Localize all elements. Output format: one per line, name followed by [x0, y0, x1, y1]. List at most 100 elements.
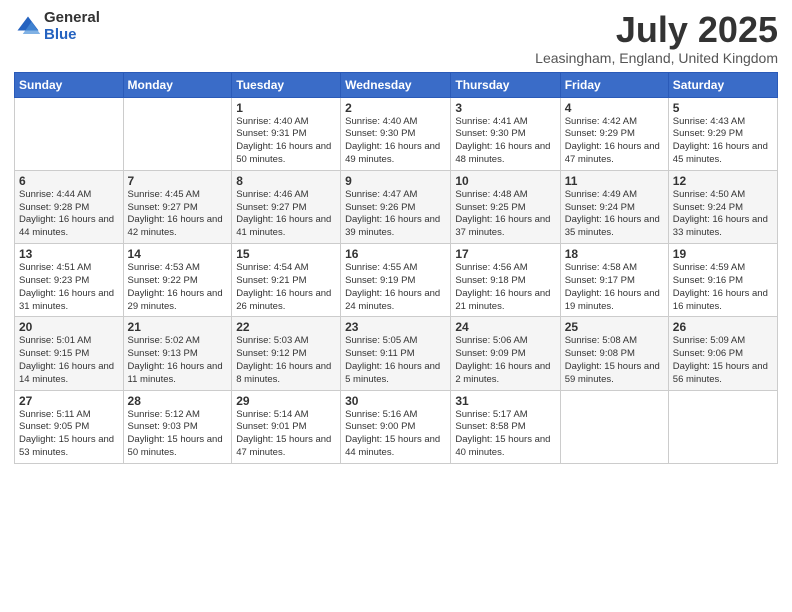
calendar-cell: 14Sunrise: 4:53 AMSunset: 9:22 PMDayligh…	[123, 244, 232, 317]
day-info: Sunrise: 5:01 AMSunset: 9:15 PMDaylight:…	[19, 335, 119, 386]
calendar-cell: 17Sunrise: 4:56 AMSunset: 9:18 PMDayligh…	[451, 244, 560, 317]
day-number: 13	[19, 247, 119, 261]
calendar-weekday-sunday: Sunday	[15, 72, 124, 97]
calendar-cell: 21Sunrise: 5:02 AMSunset: 9:13 PMDayligh…	[123, 317, 232, 390]
calendar-cell: 3Sunrise: 4:41 AMSunset: 9:30 PMDaylight…	[451, 97, 560, 170]
calendar-cell: 10Sunrise: 4:48 AMSunset: 9:25 PMDayligh…	[451, 170, 560, 243]
day-number: 31	[455, 394, 555, 408]
day-info: Sunrise: 4:40 AMSunset: 9:31 PMDaylight:…	[236, 116, 336, 167]
calendar-cell: 22Sunrise: 5:03 AMSunset: 9:12 PMDayligh…	[232, 317, 341, 390]
day-info: Sunrise: 5:11 AMSunset: 9:05 PMDaylight:…	[19, 409, 119, 460]
calendar-cell: 1Sunrise: 4:40 AMSunset: 9:31 PMDaylight…	[232, 97, 341, 170]
calendar-cell: 28Sunrise: 5:12 AMSunset: 9:03 PMDayligh…	[123, 390, 232, 463]
calendar-cell: 30Sunrise: 5:16 AMSunset: 9:00 PMDayligh…	[341, 390, 451, 463]
day-number: 5	[673, 101, 773, 115]
calendar-weekday-thursday: Thursday	[451, 72, 560, 97]
logo: General Blue	[14, 10, 100, 43]
day-info: Sunrise: 4:43 AMSunset: 9:29 PMDaylight:…	[673, 116, 773, 167]
calendar-header-row: SundayMondayTuesdayWednesdayThursdayFrid…	[15, 72, 778, 97]
header: General Blue July 2025 Leasingham, Engla…	[14, 10, 778, 66]
day-number: 14	[128, 247, 228, 261]
calendar-cell: 23Sunrise: 5:05 AMSunset: 9:11 PMDayligh…	[341, 317, 451, 390]
day-number: 26	[673, 320, 773, 334]
calendar-cell: 27Sunrise: 5:11 AMSunset: 9:05 PMDayligh…	[15, 390, 124, 463]
day-number: 10	[455, 174, 555, 188]
day-number: 20	[19, 320, 119, 334]
calendar-cell: 18Sunrise: 4:58 AMSunset: 9:17 PMDayligh…	[560, 244, 668, 317]
day-number: 23	[345, 320, 446, 334]
day-number: 15	[236, 247, 336, 261]
calendar-cell: 4Sunrise: 4:42 AMSunset: 9:29 PMDaylight…	[560, 97, 668, 170]
logo-blue: Blue	[44, 27, 100, 44]
calendar-cell: 26Sunrise: 5:09 AMSunset: 9:06 PMDayligh…	[668, 317, 777, 390]
day-number: 24	[455, 320, 555, 334]
day-info: Sunrise: 4:56 AMSunset: 9:18 PMDaylight:…	[455, 262, 555, 313]
day-info: Sunrise: 5:17 AMSunset: 8:58 PMDaylight:…	[455, 409, 555, 460]
calendar-cell: 25Sunrise: 5:08 AMSunset: 9:08 PMDayligh…	[560, 317, 668, 390]
calendar-table: SundayMondayTuesdayWednesdayThursdayFrid…	[14, 72, 778, 464]
day-info: Sunrise: 4:45 AMSunset: 9:27 PMDaylight:…	[128, 189, 228, 240]
day-number: 18	[565, 247, 664, 261]
calendar-cell: 2Sunrise: 4:40 AMSunset: 9:30 PMDaylight…	[341, 97, 451, 170]
calendar-cell	[123, 97, 232, 170]
day-number: 16	[345, 247, 446, 261]
calendar-cell: 6Sunrise: 4:44 AMSunset: 9:28 PMDaylight…	[15, 170, 124, 243]
calendar-cell: 24Sunrise: 5:06 AMSunset: 9:09 PMDayligh…	[451, 317, 560, 390]
calendar-weekday-saturday: Saturday	[668, 72, 777, 97]
calendar-weekday-friday: Friday	[560, 72, 668, 97]
calendar-cell	[15, 97, 124, 170]
day-info: Sunrise: 4:49 AMSunset: 9:24 PMDaylight:…	[565, 189, 664, 240]
day-number: 4	[565, 101, 664, 115]
calendar-cell	[560, 390, 668, 463]
day-number: 3	[455, 101, 555, 115]
day-info: Sunrise: 5:08 AMSunset: 9:08 PMDaylight:…	[565, 335, 664, 386]
day-info: Sunrise: 5:09 AMSunset: 9:06 PMDaylight:…	[673, 335, 773, 386]
day-info: Sunrise: 4:50 AMSunset: 9:24 PMDaylight:…	[673, 189, 773, 240]
day-info: Sunrise: 4:55 AMSunset: 9:19 PMDaylight:…	[345, 262, 446, 313]
day-number: 27	[19, 394, 119, 408]
calendar-week-2: 6Sunrise: 4:44 AMSunset: 9:28 PMDaylight…	[15, 170, 778, 243]
calendar-cell: 7Sunrise: 4:45 AMSunset: 9:27 PMDaylight…	[123, 170, 232, 243]
day-number: 28	[128, 394, 228, 408]
day-number: 19	[673, 247, 773, 261]
calendar-cell: 16Sunrise: 4:55 AMSunset: 9:19 PMDayligh…	[341, 244, 451, 317]
day-number: 9	[345, 174, 446, 188]
calendar-cell: 29Sunrise: 5:14 AMSunset: 9:01 PMDayligh…	[232, 390, 341, 463]
day-info: Sunrise: 4:47 AMSunset: 9:26 PMDaylight:…	[345, 189, 446, 240]
day-info: Sunrise: 5:03 AMSunset: 9:12 PMDaylight:…	[236, 335, 336, 386]
calendar-cell: 20Sunrise: 5:01 AMSunset: 9:15 PMDayligh…	[15, 317, 124, 390]
calendar-cell	[668, 390, 777, 463]
day-info: Sunrise: 4:46 AMSunset: 9:27 PMDaylight:…	[236, 189, 336, 240]
day-info: Sunrise: 4:53 AMSunset: 9:22 PMDaylight:…	[128, 262, 228, 313]
day-number: 22	[236, 320, 336, 334]
calendar-week-3: 13Sunrise: 4:51 AMSunset: 9:23 PMDayligh…	[15, 244, 778, 317]
subtitle: Leasingham, England, United Kingdom	[535, 50, 778, 66]
logo-text: General Blue	[44, 10, 100, 43]
day-number: 6	[19, 174, 119, 188]
day-number: 1	[236, 101, 336, 115]
calendar-cell: 15Sunrise: 4:54 AMSunset: 9:21 PMDayligh…	[232, 244, 341, 317]
day-info: Sunrise: 5:06 AMSunset: 9:09 PMDaylight:…	[455, 335, 555, 386]
day-number: 21	[128, 320, 228, 334]
day-number: 11	[565, 174, 664, 188]
logo-general: General	[44, 10, 100, 27]
day-info: Sunrise: 5:02 AMSunset: 9:13 PMDaylight:…	[128, 335, 228, 386]
calendar-week-5: 27Sunrise: 5:11 AMSunset: 9:05 PMDayligh…	[15, 390, 778, 463]
day-info: Sunrise: 5:14 AMSunset: 9:01 PMDaylight:…	[236, 409, 336, 460]
day-number: 30	[345, 394, 446, 408]
day-number: 2	[345, 101, 446, 115]
calendar-week-1: 1Sunrise: 4:40 AMSunset: 9:31 PMDaylight…	[15, 97, 778, 170]
day-info: Sunrise: 4:51 AMSunset: 9:23 PMDaylight:…	[19, 262, 119, 313]
day-info: Sunrise: 5:12 AMSunset: 9:03 PMDaylight:…	[128, 409, 228, 460]
calendar-cell: 5Sunrise: 4:43 AMSunset: 9:29 PMDaylight…	[668, 97, 777, 170]
calendar-cell: 31Sunrise: 5:17 AMSunset: 8:58 PMDayligh…	[451, 390, 560, 463]
day-info: Sunrise: 5:05 AMSunset: 9:11 PMDaylight:…	[345, 335, 446, 386]
day-number: 8	[236, 174, 336, 188]
day-info: Sunrise: 4:58 AMSunset: 9:17 PMDaylight:…	[565, 262, 664, 313]
day-number: 29	[236, 394, 336, 408]
day-info: Sunrise: 4:42 AMSunset: 9:29 PMDaylight:…	[565, 116, 664, 167]
calendar-weekday-wednesday: Wednesday	[341, 72, 451, 97]
day-info: Sunrise: 4:48 AMSunset: 9:25 PMDaylight:…	[455, 189, 555, 240]
day-info: Sunrise: 5:16 AMSunset: 9:00 PMDaylight:…	[345, 409, 446, 460]
day-info: Sunrise: 4:54 AMSunset: 9:21 PMDaylight:…	[236, 262, 336, 313]
